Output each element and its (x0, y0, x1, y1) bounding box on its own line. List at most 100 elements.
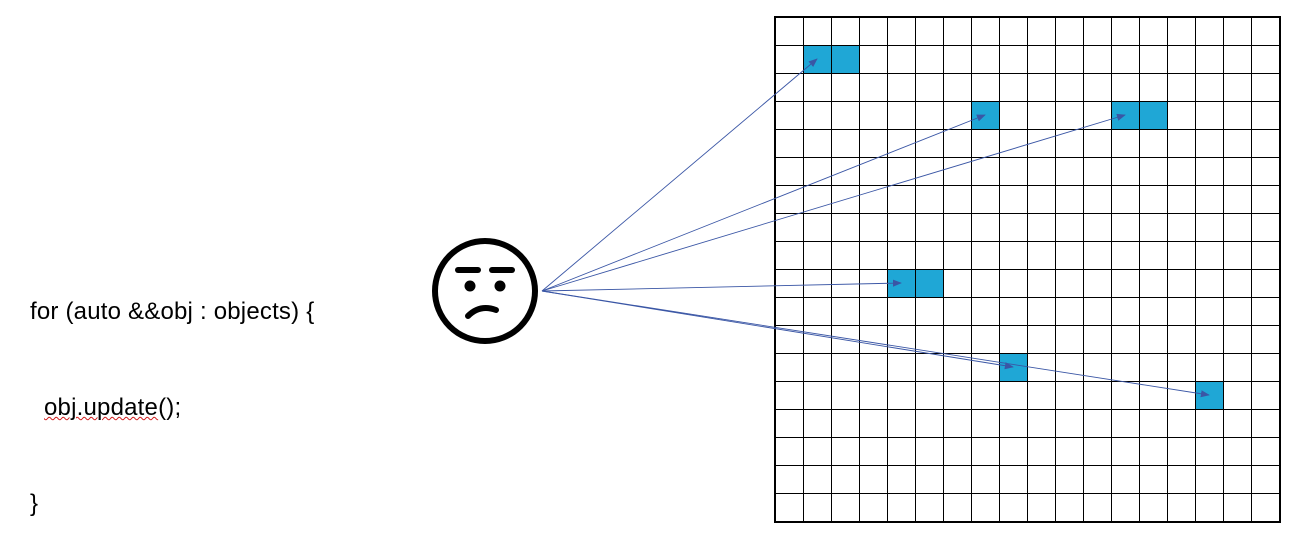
memory-cell (1196, 242, 1224, 270)
memory-cell (916, 298, 944, 326)
memory-cell (972, 158, 1000, 186)
memory-cell (916, 158, 944, 186)
memory-cell (860, 438, 888, 466)
memory-cell (916, 494, 944, 522)
memory-cell (944, 102, 972, 130)
memory-cell (860, 186, 888, 214)
memory-cell (1000, 242, 1028, 270)
memory-cell-active (804, 46, 832, 74)
memory-cell (888, 354, 916, 382)
memory-cell (1000, 326, 1028, 354)
memory-cell (1112, 326, 1140, 354)
memory-cell (1252, 298, 1280, 326)
memory-cell (832, 158, 860, 186)
memory-cell (944, 130, 972, 158)
memory-cell (832, 494, 860, 522)
memory-cell (832, 242, 860, 270)
memory-cell (1084, 410, 1112, 438)
memory-cell (860, 494, 888, 522)
memory-cell (776, 158, 804, 186)
memory-cell (1084, 46, 1112, 74)
memory-cell (776, 382, 804, 410)
memory-cell (888, 214, 916, 242)
memory-cell (1084, 326, 1112, 354)
memory-cell (1028, 214, 1056, 242)
memory-cell (1196, 214, 1224, 242)
memory-cell (1056, 270, 1084, 298)
memory-cell (1224, 410, 1252, 438)
memory-cell (944, 298, 972, 326)
memory-cell (776, 102, 804, 130)
memory-cell (1028, 438, 1056, 466)
memory-cell (972, 270, 1000, 298)
memory-cell (1196, 46, 1224, 74)
memory-cell (1084, 438, 1112, 466)
memory-cell (1140, 298, 1168, 326)
memory-cell (860, 158, 888, 186)
memory-cell (1056, 382, 1084, 410)
memory-cell (1196, 18, 1224, 46)
memory-cell (1140, 354, 1168, 382)
memory-cell (1028, 186, 1056, 214)
memory-cell (1224, 74, 1252, 102)
memory-cell (1168, 158, 1196, 186)
memory-cell (804, 438, 832, 466)
memory-cell (916, 18, 944, 46)
memory-cell (1224, 326, 1252, 354)
memory-cell (1000, 214, 1028, 242)
memory-cell (1112, 382, 1140, 410)
memory-cell (972, 242, 1000, 270)
memory-cell (1000, 466, 1028, 494)
memory-cell (1112, 354, 1140, 382)
memory-cell (1000, 46, 1028, 74)
memory-cell (1224, 494, 1252, 522)
memory-cell (1112, 270, 1140, 298)
memory-cell (944, 438, 972, 466)
memory-cell (944, 494, 972, 522)
memory-cell (804, 326, 832, 354)
memory-cell (1252, 102, 1280, 130)
memory-cell (972, 214, 1000, 242)
memory-cell (944, 158, 972, 186)
memory-cell (972, 494, 1000, 522)
memory-cell (804, 130, 832, 158)
memory-cell (916, 382, 944, 410)
memory-cell (916, 242, 944, 270)
memory-cell (972, 382, 1000, 410)
memory-cell (888, 242, 916, 270)
memory-cell (1000, 102, 1028, 130)
memory-cell (1084, 158, 1112, 186)
memory-cell (1084, 214, 1112, 242)
memory-cell (804, 214, 832, 242)
memory-cell (1028, 382, 1056, 410)
memory-cell (972, 186, 1000, 214)
memory-cell (1252, 186, 1280, 214)
memory-cell (888, 494, 916, 522)
memory-cell (832, 382, 860, 410)
memory-cell (1252, 242, 1280, 270)
memory-cell (776, 214, 804, 242)
memory-cell (1168, 18, 1196, 46)
memory-cell (944, 382, 972, 410)
memory-cell (916, 354, 944, 382)
memory-cell (832, 102, 860, 130)
memory-cell (860, 130, 888, 158)
memory-cell (860, 214, 888, 242)
memory-cell (1112, 494, 1140, 522)
memory-cell (776, 298, 804, 326)
memory-cell (1112, 410, 1140, 438)
memory-cell (1224, 102, 1252, 130)
memory-cell (804, 354, 832, 382)
memory-cell (804, 74, 832, 102)
memory-cell (1028, 130, 1056, 158)
memory-cell (1028, 466, 1056, 494)
memory-cell (1196, 270, 1224, 298)
memory-cell (1168, 466, 1196, 494)
memory-cell (1140, 186, 1168, 214)
memory-cell (1196, 410, 1224, 438)
memory-cell (944, 214, 972, 242)
memory-cell (1252, 158, 1280, 186)
memory-cell (832, 186, 860, 214)
memory-cell (860, 46, 888, 74)
memory-cell (804, 382, 832, 410)
